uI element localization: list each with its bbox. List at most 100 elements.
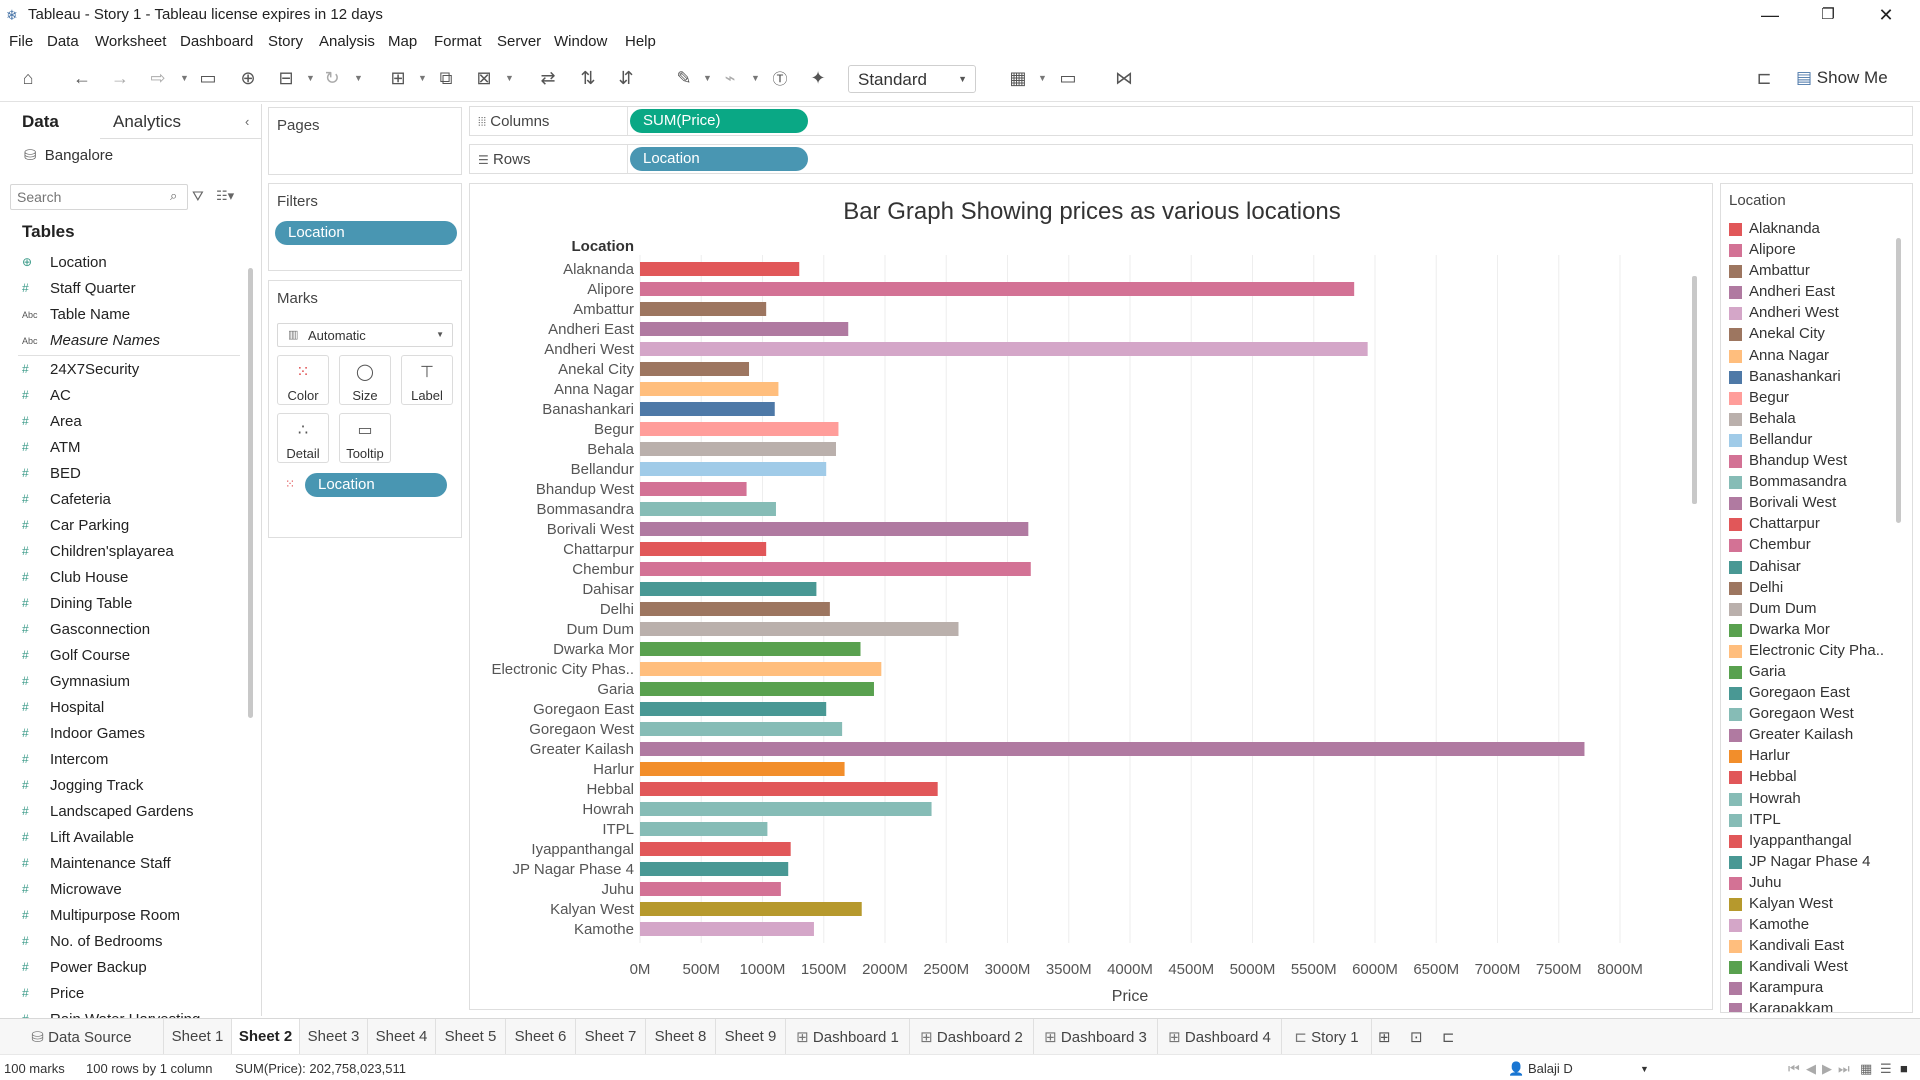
undo-icon[interactable]: ← xyxy=(70,68,94,89)
field-item[interactable]: # Maintenance Staff xyxy=(0,851,245,877)
legend-item[interactable]: JP Nagar Phase 4 xyxy=(1725,851,1895,872)
legend-item[interactable]: Karampura xyxy=(1725,977,1895,998)
sheet-tab[interactable]: Sheet 2 xyxy=(232,1019,300,1055)
share-icon[interactable]: ⋈ xyxy=(1112,68,1136,89)
redo-icon[interactable]: → xyxy=(108,68,132,89)
chevron-down-icon[interactable]: ▼ xyxy=(751,73,760,83)
legend-item[interactable]: Electronic City Pha.. xyxy=(1725,640,1895,661)
field-list-scrollbar[interactable] xyxy=(248,268,253,718)
legend-item[interactable]: Begur xyxy=(1725,387,1895,408)
presentation-mode-icon[interactable]: ▭ xyxy=(1056,68,1080,89)
legend-item[interactable]: Anekal City xyxy=(1725,323,1895,344)
menu-dashboard[interactable]: Dashboard xyxy=(180,33,253,50)
chevron-down-icon[interactable]: ▼ xyxy=(180,73,189,83)
sticky-note-icon[interactable]: ⊏ xyxy=(1752,68,1776,89)
field-item[interactable]: # Hospital xyxy=(0,695,245,721)
show-mark-labels-icon[interactable]: Ⓣ xyxy=(768,68,792,89)
highlight-icon[interactable]: ✎ xyxy=(672,68,696,89)
field-item[interactable]: #24X7Security xyxy=(0,357,245,383)
detail-button[interactable]: ∴ Detail xyxy=(277,413,329,463)
legend-item[interactable]: Greater Kailash xyxy=(1725,724,1895,745)
menu-file[interactable]: File xyxy=(9,33,33,50)
legend-item[interactable]: Borivali West xyxy=(1725,492,1895,513)
legend-item[interactable]: Behala xyxy=(1725,408,1895,429)
new-story-tab-icon[interactable]: ⊏ xyxy=(1442,1028,1455,1046)
new-worksheet-tab-icon[interactable]: ⊞ xyxy=(1378,1028,1391,1046)
field-item[interactable]: # Staff Quarter xyxy=(0,276,245,302)
tab-analytics[interactable]: Analytics xyxy=(113,112,181,132)
field-item[interactable]: # Intercom xyxy=(0,747,245,773)
legend-scrollbar[interactable] xyxy=(1896,238,1901,523)
legend-item[interactable]: Bhandup West xyxy=(1725,450,1895,471)
filmstrip-view-icon[interactable]: ■ xyxy=(1900,1061,1908,1076)
legend-item[interactable]: Howrah xyxy=(1725,788,1895,809)
search-input[interactable] xyxy=(10,184,188,210)
legend-item[interactable]: Andheri East xyxy=(1725,281,1895,302)
legend-item[interactable]: Chattarpur xyxy=(1725,513,1895,534)
sheet-tab[interactable]: ⊞ Dashboard 4 xyxy=(1158,1019,1282,1055)
legend-item[interactable]: Goregaon West xyxy=(1725,703,1895,724)
duplicate-sheet-icon[interactable]: ⧉ xyxy=(434,68,458,89)
field-item[interactable]: # Children'splayarea xyxy=(0,539,245,565)
restore-button[interactable]: ❐ xyxy=(1808,2,1848,28)
sheet-tab[interactable]: Sheet 9 xyxy=(716,1019,786,1055)
collapse-pane-icon[interactable]: ‹ xyxy=(245,114,249,129)
legend-item[interactable]: Bommasandra xyxy=(1725,471,1895,492)
pin-icon[interactable]: ✦ xyxy=(806,68,830,89)
chevron-down-icon[interactable]: ▼ xyxy=(1038,73,1047,83)
field-item[interactable]: # AC xyxy=(0,383,245,409)
legend-item[interactable]: ITPL xyxy=(1725,809,1895,830)
sheet-tab[interactable]: ⛁ Data Source xyxy=(0,1019,164,1055)
tab-data[interactable]: Data xyxy=(22,112,59,132)
legend-item[interactable]: Karapakkam xyxy=(1725,998,1895,1012)
new-worksheet-icon[interactable]: ⊞ xyxy=(386,68,410,89)
filter-pill-location[interactable]: Location xyxy=(275,221,457,245)
legend-item[interactable]: Harlur xyxy=(1725,745,1895,766)
rows-shelf[interactable]: ☰ Rows Location xyxy=(469,144,1913,174)
menu-server[interactable]: Server xyxy=(497,33,541,50)
field-item[interactable]: # Jogging Track xyxy=(0,773,245,799)
view-options-icon[interactable]: ☷▾ xyxy=(216,188,234,204)
chevron-down-icon[interactable]: ▼ xyxy=(306,73,315,83)
sheet-tab[interactable]: ⊞ Dashboard 1 xyxy=(786,1019,910,1055)
field-item[interactable]: # Golf Course xyxy=(0,643,245,669)
nav-first-icon[interactable]: ⏮ xyxy=(1788,1061,1800,1077)
grid-view-icon[interactable]: ▦ xyxy=(1860,1061,1872,1077)
menu-format[interactable]: Format xyxy=(434,33,482,50)
mark-type-select[interactable]: ▥ Automatic ▼ xyxy=(277,323,453,347)
status-user[interactable]: Balaji D xyxy=(1528,1061,1573,1076)
sheet-tab[interactable]: Sheet 1 xyxy=(164,1019,232,1055)
sort-ascending-icon[interactable]: ⇅ xyxy=(576,68,600,89)
field-item[interactable]: # Area xyxy=(0,409,245,435)
field-item[interactable]: # Microwave xyxy=(0,877,245,903)
field-item[interactable]: # Price xyxy=(0,981,245,1007)
field-item[interactable]: # Lift Available xyxy=(0,825,245,851)
legend-item[interactable]: Delhi xyxy=(1725,577,1895,598)
tooltip-button[interactable]: ▭ Tooltip xyxy=(339,413,391,463)
sheet-tab[interactable]: ⊏ Story 1 xyxy=(1282,1019,1372,1055)
marks-pill-location[interactable]: Location xyxy=(305,473,447,497)
legend-item[interactable]: Anna Nagar xyxy=(1725,345,1895,366)
chevron-down-icon[interactable]: ▼ xyxy=(354,73,363,83)
sheet-tab[interactable]: ⊞ Dashboard 2 xyxy=(910,1019,1034,1055)
legend-item[interactable]: Ambattur xyxy=(1725,260,1895,281)
save-icon[interactable]: ▭ xyxy=(196,68,220,89)
sheet-tab[interactable]: Sheet 4 xyxy=(368,1019,436,1055)
legend-item[interactable]: Alaknanda xyxy=(1725,218,1895,239)
color-legend[interactable]: Location Alaknanda Alipore Ambattur Andheri… xyxy=(1720,183,1913,1013)
new-dashboard-tab-icon[interactable]: ⊡ xyxy=(1410,1028,1423,1046)
chevron-down-icon[interactable]: ▼ xyxy=(505,73,514,83)
field-item[interactable]: # Dining Table xyxy=(0,591,245,617)
legend-item[interactable]: Hebbal xyxy=(1725,766,1895,787)
field-item[interactable]: # No. of Bedrooms xyxy=(0,929,245,955)
menu-window[interactable]: Window xyxy=(554,33,607,50)
sheet-tab[interactable]: Sheet 3 xyxy=(300,1019,368,1055)
close-button[interactable]: ✕ xyxy=(1866,2,1906,28)
legend-item[interactable]: Chembur xyxy=(1725,534,1895,555)
replay-icon[interactable]: ⇨ xyxy=(146,68,170,89)
minimize-button[interactable]: — xyxy=(1750,2,1790,28)
legend-item[interactable]: Dwarka Mor xyxy=(1725,619,1895,640)
legend-item[interactable]: Bellandur xyxy=(1725,429,1895,450)
field-item[interactable]: # BED xyxy=(0,461,245,487)
legend-item[interactable]: Banashankari xyxy=(1725,366,1895,387)
